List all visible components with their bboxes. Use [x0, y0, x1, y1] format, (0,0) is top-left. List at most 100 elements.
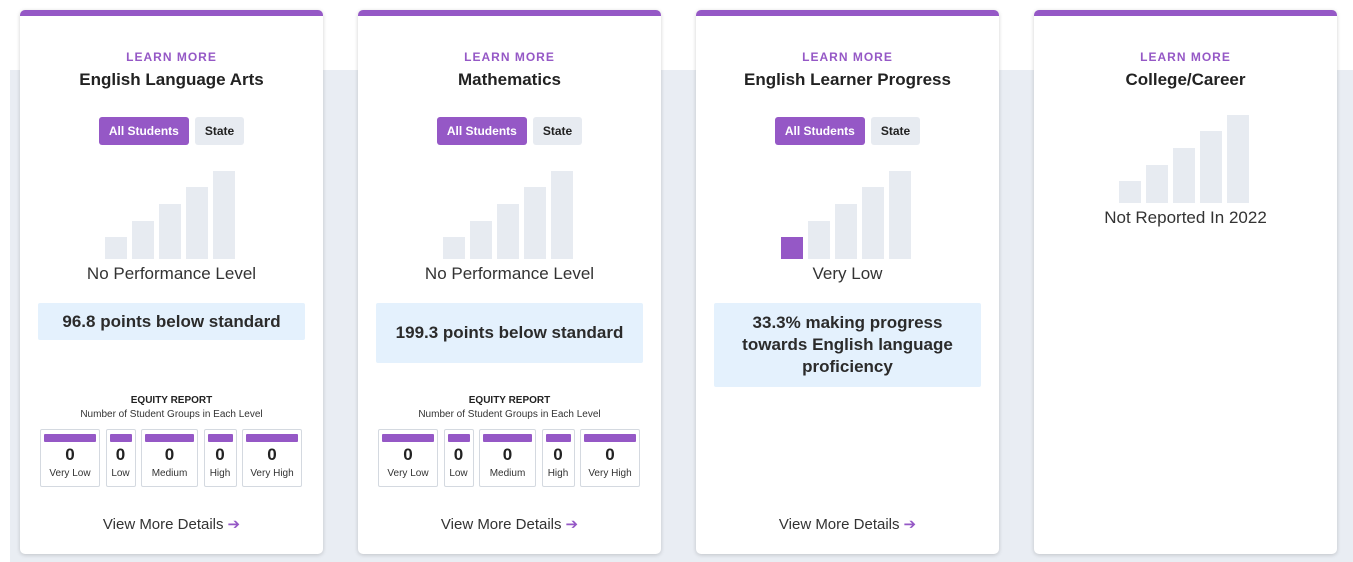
indicator-card-mathematics: LEARN MORE Mathematics All Students State… — [358, 10, 661, 554]
student-group-toggle: All Students State — [358, 117, 661, 145]
view-more-details-label: View More Details — [102, 516, 224, 533]
indicator-card-english-learner-progress: LEARN MORE English Learner Progress All … — [696, 10, 999, 554]
gauge-bar-very-low — [781, 237, 803, 259]
group-count: 0 — [605, 445, 615, 464]
level-color-strip — [145, 434, 194, 442]
gauge-bar-medium — [159, 204, 181, 259]
learn-more-link[interactable]: LEARN MORE — [1034, 50, 1337, 64]
indicator-card-college-career: LEARN MORE College/Career Not Reported I… — [1034, 10, 1337, 554]
equity-report-title: EQUITY REPORT — [468, 395, 551, 406]
gauge-bar-very-high — [213, 171, 235, 259]
status-summary: 96.8 points below standard — [38, 303, 305, 340]
gauge-bar-high — [186, 187, 208, 259]
performance-level-text: Very Low — [812, 264, 883, 283]
equity-box-low: 0 Low — [105, 429, 136, 487]
gauge-bar-very-low — [1119, 181, 1141, 203]
performance-level-gauge — [696, 169, 999, 259]
equity-box-medium: 0 Medium — [141, 429, 198, 487]
student-group-toggle: All Students State — [20, 117, 323, 145]
group-count: 0 — [164, 445, 175, 464]
gauge-bar-high — [1200, 131, 1222, 203]
learn-more-link[interactable]: LEARN MORE — [20, 50, 323, 64]
gauge-bar-low — [808, 221, 830, 259]
performance-level-gauge — [358, 169, 661, 259]
equity-report-title: EQUITY REPORT — [130, 395, 213, 406]
equity-box-medium: 0 Medium — [479, 429, 536, 487]
equity-level-boxes: 0 Very Low 0 Low 0 Medium 0 High 0 Very High — [40, 429, 302, 487]
state-button[interactable]: State — [194, 117, 245, 145]
performance-level-text: No Performance Level — [86, 264, 257, 283]
status-summary: 33.3% making progress towards English la… — [714, 303, 981, 387]
performance-level-gauge — [1034, 113, 1337, 203]
gauge-bar-medium — [1173, 148, 1195, 203]
state-button[interactable]: State — [532, 117, 583, 145]
learn-more-link[interactable]: LEARN MORE — [358, 50, 661, 64]
indicator-title: College/Career — [1125, 70, 1246, 89]
view-more-details-label: View More Details — [778, 516, 900, 533]
group-count: 0 — [502, 445, 513, 464]
level-color-strip — [584, 434, 636, 442]
gauge-bar-low — [1146, 165, 1168, 203]
level-color-strip — [483, 434, 532, 442]
group-count: 0 — [267, 445, 277, 464]
level-color-strip — [382, 434, 434, 442]
gauge-bar-low — [132, 221, 154, 259]
level-label: Very Low — [49, 468, 91, 479]
learn-more-link[interactable]: LEARN MORE — [696, 50, 999, 64]
group-count: 0 — [215, 445, 225, 464]
arrow-right-icon: ➔ — [903, 516, 917, 533]
equity-report-subtitle: Number of Student Groups in Each Level — [418, 409, 601, 420]
equity-report-subtitle: Number of Student Groups in Each Level — [80, 409, 263, 420]
view-more-details-link[interactable]: View More Details ➔ — [20, 515, 323, 533]
group-count: 0 — [115, 445, 126, 464]
level-label: Very High — [250, 468, 294, 479]
gauge-bar-very-low — [443, 237, 465, 259]
view-more-details-link[interactable]: View More Details ➔ — [358, 515, 661, 533]
state-button[interactable]: State — [870, 117, 921, 145]
gauge-bar-very-low — [105, 237, 127, 259]
all-students-button[interactable]: All Students — [98, 117, 189, 145]
level-label: High — [209, 468, 231, 479]
gauge-bar-medium — [835, 204, 857, 259]
level-color-strip — [207, 434, 233, 442]
equity-box-low: 0 Low — [443, 429, 474, 487]
status-summary: 199.3 points below standard — [376, 303, 643, 363]
indicator-title: English Language Arts — [79, 70, 264, 89]
level-label: Low — [449, 468, 468, 479]
gauge-bar-high — [524, 187, 546, 259]
group-count: 0 — [453, 445, 464, 464]
arrow-right-icon: ➔ — [565, 516, 579, 533]
gauge-bar-high — [862, 187, 884, 259]
performance-level-text: Not Reported In 2022 — [1104, 208, 1267, 227]
level-label: Medium — [489, 468, 526, 479]
equity-box-very-high: 0 Very High — [242, 429, 302, 487]
gauge-bar-very-high — [889, 171, 911, 259]
all-students-button[interactable]: All Students — [774, 117, 865, 145]
equity-box-high: 0 High — [203, 429, 237, 487]
level-label: Very High — [588, 468, 632, 479]
level-label: Low — [111, 468, 130, 479]
level-label: Very Low — [387, 468, 429, 479]
student-group-toggle: All Students State — [696, 117, 999, 145]
equity-box-very-low: 0 Very Low — [40, 429, 100, 487]
view-more-details-label: View More Details — [440, 516, 562, 533]
gauge-bar-low — [470, 221, 492, 259]
level-color-strip — [545, 434, 571, 442]
level-color-strip — [44, 434, 96, 442]
group-count: 0 — [403, 445, 413, 464]
performance-level-gauge — [20, 169, 323, 259]
performance-level-text: No Performance Level — [424, 264, 595, 283]
view-more-details-link[interactable]: View More Details ➔ — [696, 515, 999, 533]
indicator-title: Mathematics — [458, 70, 561, 89]
all-students-button[interactable]: All Students — [436, 117, 527, 145]
level-color-strip — [447, 434, 470, 442]
indicator-card-ela: LEARN MORE English Language Arts All Stu… — [20, 10, 323, 554]
group-count: 0 — [553, 445, 563, 464]
arrow-right-icon: ➔ — [227, 516, 241, 533]
level-label: High — [547, 468, 569, 479]
level-color-strip — [109, 434, 132, 442]
equity-level-boxes: 0 Very Low 0 Low 0 Medium 0 High 0 Very High — [378, 429, 640, 487]
level-label: Medium — [151, 468, 188, 479]
level-color-strip — [246, 434, 298, 442]
equity-box-very-high: 0 Very High — [580, 429, 640, 487]
